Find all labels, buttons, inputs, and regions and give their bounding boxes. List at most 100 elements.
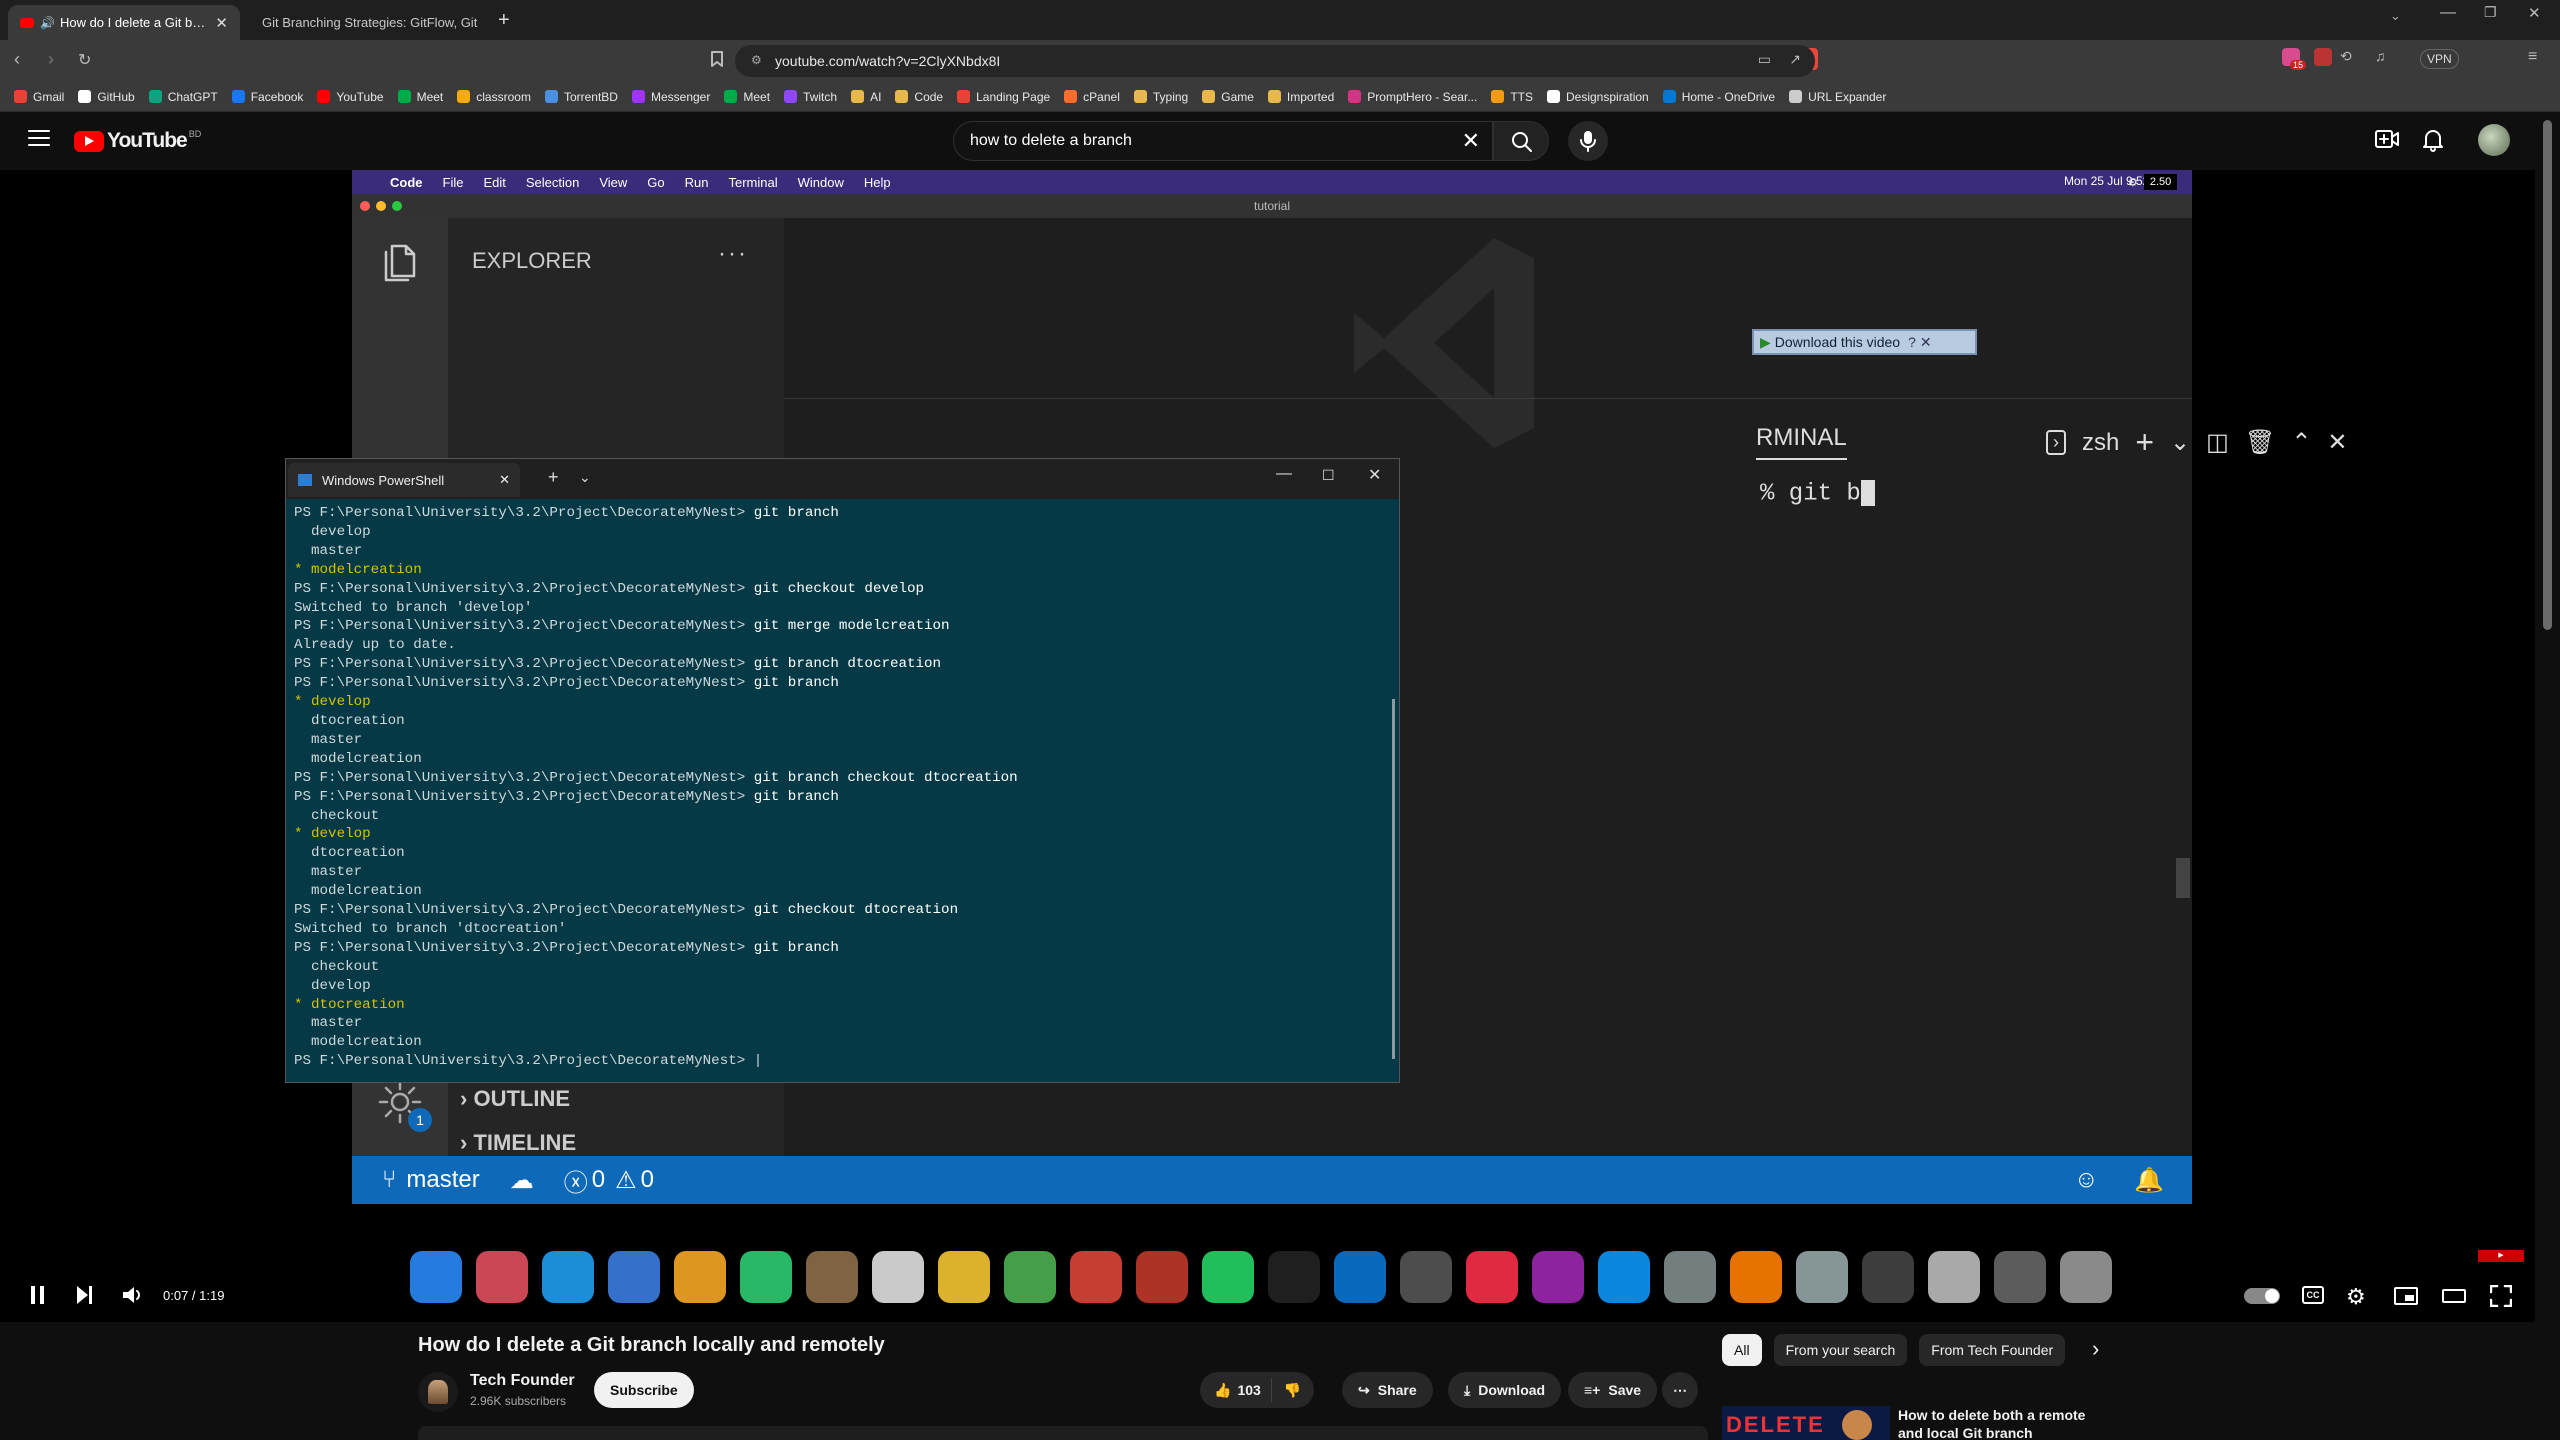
close-tab-icon[interactable]: ✕ [215,14,228,32]
bookmark-icon[interactable] [710,50,724,68]
timeline-section[interactable]: › TIMELINE [460,1130,576,1156]
address-bar[interactable]: ⚙ youtube.com/watch?v=2ClyXNbdx8I ▭ ↗ [735,45,1815,77]
bookmark-item[interactable]: TTS [1491,90,1533,104]
bookmark-item[interactable]: GitHub [78,90,135,104]
sync-icon[interactable]: ⟲ [2340,48,2352,65]
more-actions-button[interactable]: ⋯ [1662,1372,1698,1408]
bookmark-item[interactable]: Meet [397,90,443,104]
chevron-right-icon[interactable]: › [2092,1336,2099,1362]
bookmark-item[interactable]: Game [1202,90,1254,104]
avatar[interactable] [2478,124,2510,156]
hamburger-menu-icon[interactable] [28,129,50,147]
chip-from-search[interactable]: From your search [1773,1334,1908,1366]
bookmark-item[interactable]: cPanel [1064,90,1120,104]
trash-icon[interactable]: 🗑 [2245,428,2275,457]
bookmark-item[interactable]: URL Expander [1789,90,1886,104]
tab-git-branching[interactable]: Git Branching Strategies: GitFlow, Git [250,5,490,40]
clear-search-icon[interactable]: ✕ [1462,128,1480,154]
more-actions-icon[interactable]: ··· [718,240,748,268]
add-terminal-icon[interactable]: + [2135,424,2154,461]
new-tab-icon[interactable]: + [498,9,510,32]
bookmark-item[interactable]: Messenger [631,90,710,104]
tab-terminal[interactable]: RMINAL [1756,424,1847,460]
media-icon[interactable]: ♫ [2375,48,2386,64]
restore-icon[interactable]: ❐ [2484,4,2497,21]
close-tab-icon[interactable]: ✕ [499,472,510,488]
autoplay-toggle[interactable] [2244,1288,2280,1304]
pause-icon[interactable] [30,1285,46,1305]
split-terminal-icon[interactable]: ◫ [2206,428,2229,457]
bookmark-item[interactable]: PromptHero - Sear... [1348,90,1477,104]
branch-name[interactable]: master [406,1166,479,1194]
error-count[interactable]: 0 [592,1166,605,1194]
bookmark-item[interactable]: AI [851,90,881,104]
bookmark-item[interactable]: Landing Page [957,90,1050,104]
scrollbar-thumb[interactable] [2543,120,2552,630]
save-button[interactable]: ≡+ Save [1568,1372,1658,1408]
recommended-thumbnail[interactable]: DELETE [1722,1406,1890,1440]
chevron-down-icon[interactable]: ⌄ [2170,428,2190,457]
bookmark-item[interactable]: Meet [724,90,770,104]
bookmark-item[interactable]: Gmail [14,90,64,104]
speaker-icon[interactable]: 🔊 [40,16,55,30]
outline-section[interactable]: › OUTLINE [460,1086,570,1112]
minimize-icon[interactable]: — [2440,4,2456,22]
chip-all[interactable]: All [1722,1334,1762,1366]
bookmark-item[interactable]: ChatGPT [148,90,218,104]
channel-name[interactable]: Tech Founder [470,1372,575,1390]
reload-icon[interactable]: ↻ [78,50,91,70]
channel-avatar[interactable] [418,1372,458,1412]
scrollbar[interactable] [2176,858,2190,898]
create-icon[interactable] [2374,128,2400,150]
volume-icon[interactable] [122,1285,144,1305]
help-icon[interactable]: ? [1908,334,1916,350]
like-button[interactable]: 👍 103 [1200,1378,1272,1402]
search-input[interactable]: how to delete a branch ✕ [953,121,1493,161]
download-button[interactable]: ⤓ Download [1448,1372,1562,1408]
recommended-title[interactable]: How to delete both a remote and local Gi… [1898,1406,2098,1440]
terminal-prompt[interactable]: % git b [1760,480,1875,507]
cast-icon[interactable]: ▭ [1758,51,1771,68]
feedback-icon[interactable]: ☺ [2074,1166,2099,1194]
share-button[interactable]: ↪ Share [1342,1372,1433,1408]
description-box[interactable] [418,1426,1708,1440]
bookmark-item[interactable]: YouTube [317,90,384,104]
chip-from-channel[interactable]: From Tech Founder [1919,1334,2066,1366]
bookmark-item[interactable]: Typing [1133,90,1188,104]
bookmark-item[interactable]: Home - OneDrive [1662,90,1775,104]
site-info-icon[interactable]: ⚙ [751,53,762,67]
voice-search-button[interactable] [1568,121,1608,161]
back-icon[interactable]: ‹ [14,49,20,70]
subscribe-button[interactable]: Subscribe [594,1372,694,1408]
dislike-button[interactable]: 👎 [1272,1382,1313,1399]
youtube-logo[interactable]: YouTube BD [74,129,201,153]
fullscreen-icon[interactable] [2490,1285,2512,1307]
settings-gear-icon[interactable]: ⚙ [2346,1284,2366,1310]
new-tab-icon[interactable]: + [548,467,559,488]
scrollbar[interactable] [1392,699,1395,1059]
bookmark-item[interactable]: Designspiration [1547,90,1649,104]
captions-icon[interactable]: CC [2302,1286,2324,1304]
tab-search-icon[interactable]: ⌄ [2390,8,2401,24]
download-video-button[interactable]: ▶ Download this video ? ✕ [1752,329,1977,355]
shell-name[interactable]: zsh [2082,429,2119,457]
bookmark-item[interactable]: Imported [1267,90,1334,104]
bell-icon[interactable]: 🔔 [2134,1166,2164,1195]
bookmark-item[interactable]: Facebook [231,90,303,104]
bookmark-item[interactable]: TorrentBD [544,90,618,104]
chevron-down-icon[interactable]: ⌄ [579,469,591,486]
page-scrollbar[interactable] [2535,112,2560,1440]
bookmark-item[interactable]: Twitch [784,90,837,104]
next-video-icon[interactable] [76,1285,94,1305]
forward-icon[interactable]: › [48,49,54,70]
share-page-icon[interactable]: ↗ [1789,51,1801,68]
close-window-icon[interactable]: ✕ [1368,465,1381,485]
menu-icon[interactable]: ≡ [2528,48,2537,66]
miniplayer-icon[interactable] [2394,1287,2418,1305]
sync-icon[interactable]: ☁ [510,1166,534,1195]
notifications-icon[interactable] [2422,128,2444,152]
close-panel-icon[interactable]: ✕ [2327,428,2347,457]
search-button[interactable] [1493,121,1549,161]
tab-powershell[interactable]: Windows PowerShell ✕ [288,463,520,497]
vpn-button[interactable]: VPN [2420,49,2459,69]
